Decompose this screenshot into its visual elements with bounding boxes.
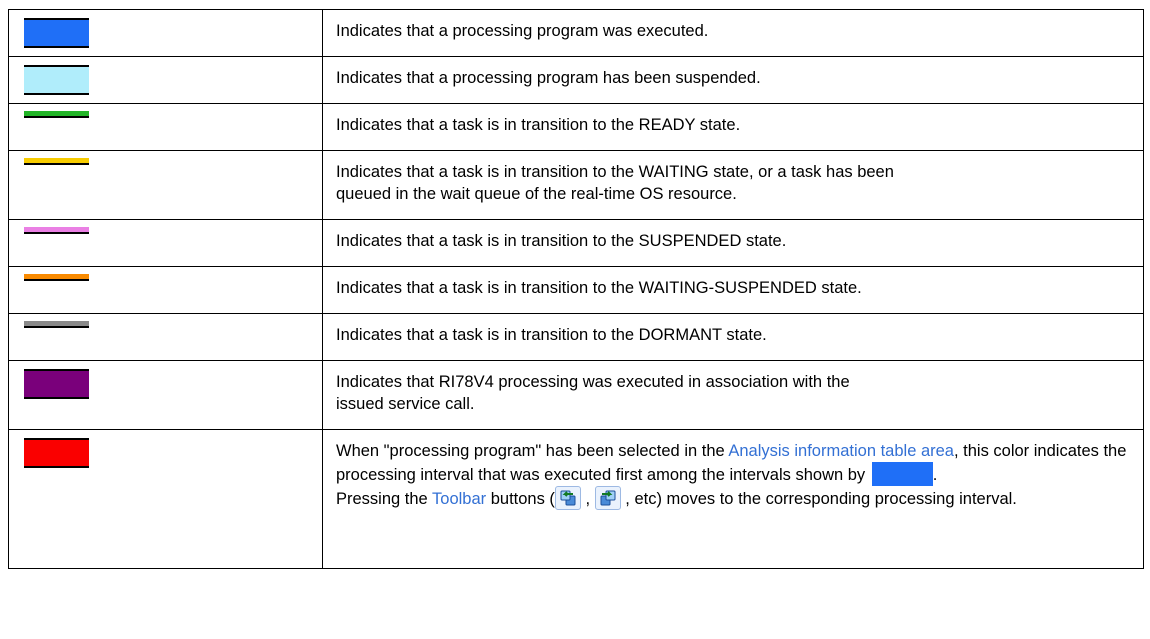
legend-row-suspended-state: Indicates that a task is in transition t…: [8, 219, 1144, 267]
ri78v4-color-swatch: [24, 369, 89, 399]
previous-interval-button[interactable]: [554, 486, 581, 510]
inline-executed-swatch: [871, 462, 933, 486]
next-interval-icon: [600, 490, 616, 506]
color-legend-table: Indicates that a processing program was …: [8, 9, 1144, 569]
description-line: queued in the wait queue of the real-tim…: [336, 185, 737, 203]
legend-description: Indicates that a processing program was …: [322, 9, 1144, 57]
legend-description: Indicates that a task is in transition t…: [322, 219, 1144, 267]
legend-description: Indicates that a task is in transition t…: [322, 150, 1144, 220]
legend-description: When "processing program" has been selec…: [322, 429, 1144, 569]
suspended-line-swatch: [24, 227, 89, 234]
suspended-color-swatch: [24, 65, 89, 95]
waiting-suspended-line-swatch: [24, 274, 89, 281]
description-text: ,: [580, 490, 595, 508]
legend-row-suspended-program: Indicates that a processing program has …: [8, 56, 1144, 104]
description-text: When "processing program" has been selec…: [336, 442, 729, 460]
waiting-line-swatch: [24, 158, 89, 165]
swatch-cell: [8, 56, 323, 104]
swatch-cell: [8, 103, 323, 151]
legend-row-waiting-suspended: Indicates that a task is in transition t…: [8, 266, 1144, 314]
description-line: Indicates that a task is in transition t…: [336, 163, 894, 181]
legend-row-waiting: Indicates that a task is in transition t…: [8, 150, 1144, 220]
description-text: .: [932, 466, 938, 484]
legend-description: Indicates that a processing program has …: [322, 56, 1144, 104]
swatch-cell: [8, 429, 323, 569]
swatch-cell: [8, 360, 323, 430]
legend-row-executed: Indicates that a processing program was …: [8, 9, 1144, 57]
description-text: Pressing the: [336, 490, 433, 508]
description-line: Indicates that RI78V4 processing was exe…: [336, 373, 850, 391]
first-interval-color-swatch: [24, 438, 89, 468]
swatch-cell: [8, 9, 323, 57]
legend-row-first-interval: When "processing program" has been selec…: [8, 429, 1144, 569]
description-text: , etc) moves to the corresponding proces…: [620, 490, 1017, 508]
legend-row-ri78v4: Indicates that RI78V4 processing was exe…: [8, 360, 1144, 430]
analysis-info-table-link[interactable]: Analysis information table area: [728, 442, 954, 460]
previous-interval-icon: [560, 490, 576, 506]
executed-color-swatch: [24, 18, 89, 48]
legend-row-dormant: Indicates that a task is in transition t…: [8, 313, 1144, 361]
legend-description: Indicates that a task is in transition t…: [322, 313, 1144, 361]
dormant-line-swatch: [24, 321, 89, 328]
description-text: buttons (: [486, 490, 555, 508]
description-line: issued service call.: [336, 395, 475, 413]
swatch-cell: [8, 313, 323, 361]
swatch-cell: [8, 219, 323, 267]
swatch-cell: [8, 150, 323, 220]
legend-row-ready: Indicates that a task is in transition t…: [8, 103, 1144, 151]
swatch-cell: [8, 266, 323, 314]
legend-description: Indicates that a task is in transition t…: [322, 266, 1144, 314]
ready-line-swatch: [24, 111, 89, 118]
toolbar-link[interactable]: Toolbar: [432, 490, 486, 508]
next-interval-button[interactable]: [594, 486, 621, 510]
legend-description: Indicates that a task is in transition t…: [322, 103, 1144, 151]
legend-description: Indicates that RI78V4 processing was exe…: [322, 360, 1144, 430]
